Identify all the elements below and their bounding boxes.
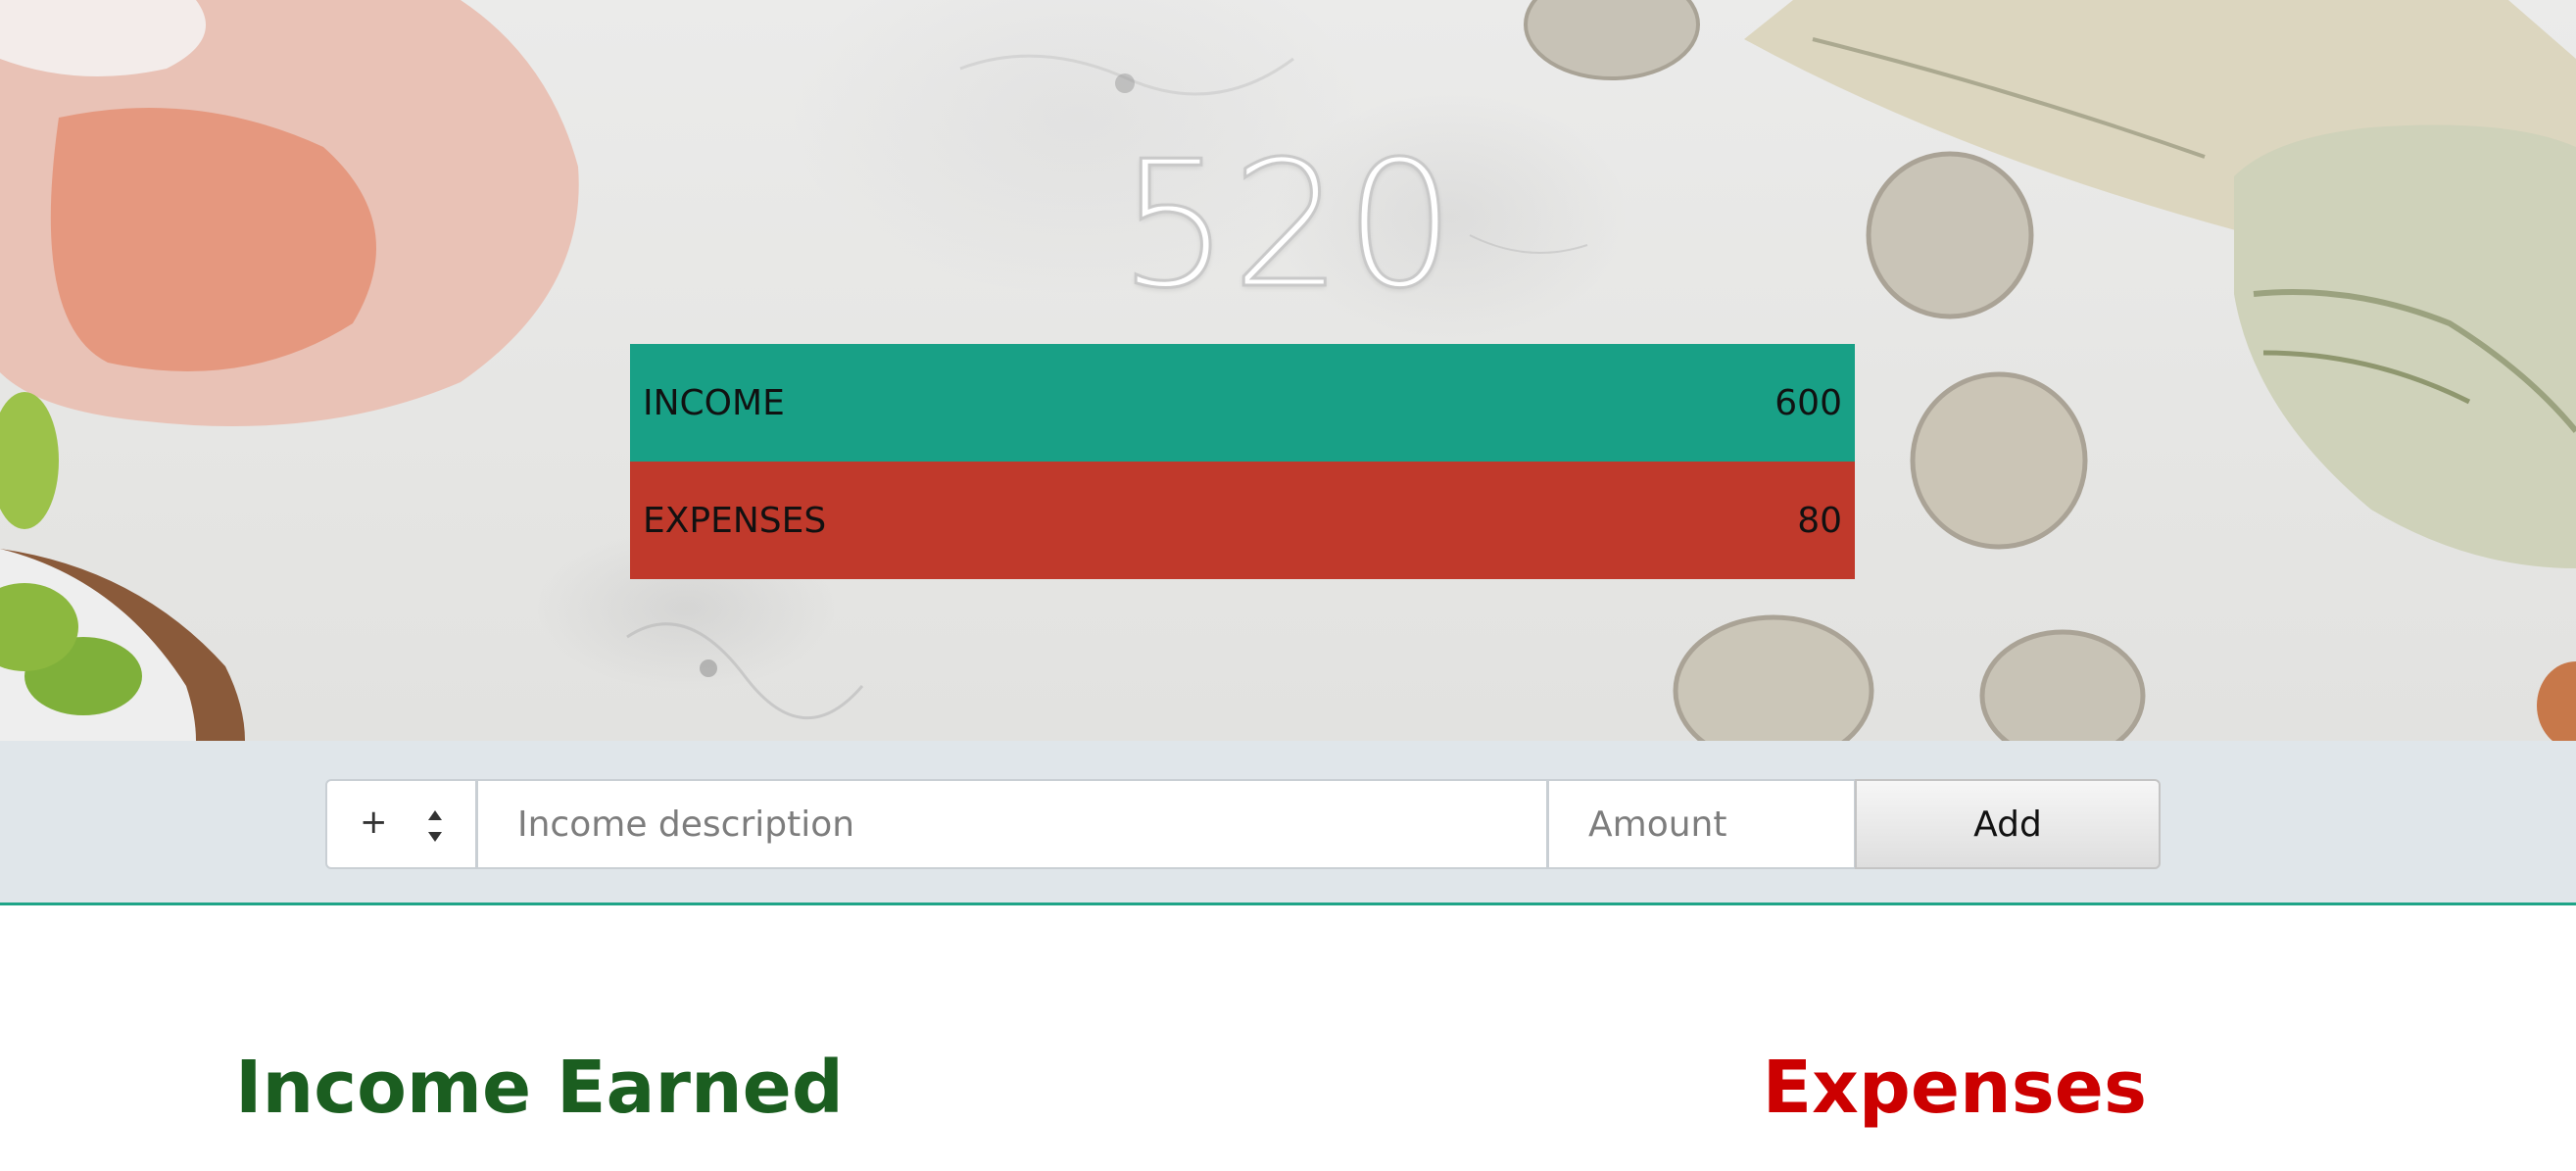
income-summary-row: INCOME 600 (630, 344, 1855, 462)
expenses-summary-value: 80 (1797, 500, 1842, 541)
expenses-summary-label: EXPENSES (643, 500, 827, 541)
expenses-list-title: Expenses (1762, 1046, 2147, 1130)
hero-banner: 520 INCOME 600 EXPENSES 80 (0, 0, 2576, 741)
type-select[interactable]: + (325, 779, 477, 869)
sort-updown-icon (428, 810, 442, 842)
add-transaction-bar: + Add (0, 741, 2576, 905)
income-list-title: Income Earned (235, 1046, 844, 1130)
add-button[interactable]: Add (1855, 779, 2161, 869)
expenses-summary-row: EXPENSES 80 (630, 462, 1855, 579)
type-select-value: + (360, 803, 388, 842)
amount-input[interactable] (1547, 779, 1856, 869)
income-summary-label: INCOME (643, 382, 785, 423)
description-input[interactable] (476, 779, 1548, 869)
income-summary-value: 600 (1774, 382, 1842, 423)
balance-total: 520 (1117, 123, 1458, 326)
